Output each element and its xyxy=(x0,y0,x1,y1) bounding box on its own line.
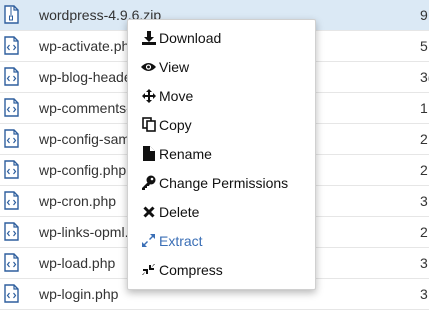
delete-x-icon xyxy=(141,204,156,219)
code-file-icon xyxy=(4,253,19,272)
file-size: 3( xyxy=(420,69,429,85)
file-size: 2 xyxy=(420,162,428,178)
menu-item-label: View xyxy=(159,59,190,75)
code-file-icon xyxy=(4,191,19,210)
file-name: wp-activate.php xyxy=(39,38,138,54)
file-size: 3 xyxy=(420,255,428,271)
code-file-icon xyxy=(4,129,19,148)
code-file-icon xyxy=(4,222,19,241)
code-file-icon xyxy=(4,284,19,303)
menu-item-extract[interactable]: Extract xyxy=(128,226,315,255)
menu-item-view[interactable]: View xyxy=(128,52,315,81)
menu-item-move[interactable]: Move xyxy=(128,81,315,110)
file-size: 2 xyxy=(420,131,428,147)
file-size: 5 xyxy=(420,38,428,54)
file-size: 2 xyxy=(420,224,428,240)
archive-file-icon xyxy=(4,5,19,24)
menu-item-label: Delete xyxy=(159,204,200,220)
menu-item-rename[interactable]: Rename xyxy=(128,139,315,168)
copy-icon xyxy=(141,117,156,132)
code-file-icon xyxy=(4,67,19,86)
menu-item-label: Download xyxy=(159,30,222,46)
file-name: wp-config.php xyxy=(39,162,127,178)
file-icon xyxy=(141,146,156,161)
menu-item-delete[interactable]: Delete xyxy=(128,197,315,226)
menu-item-label: Copy xyxy=(159,117,192,133)
menu-item-compress[interactable]: Compress xyxy=(128,255,315,284)
file-size: 3 xyxy=(420,286,428,302)
menu-item-label: Extract xyxy=(159,233,203,249)
expand-icon xyxy=(141,233,156,248)
menu-item-copy[interactable]: Copy xyxy=(128,110,315,139)
key-icon xyxy=(141,175,156,190)
menu-item-change-permissions[interactable]: Change Permissions xyxy=(128,168,315,197)
menu-item-label: Rename xyxy=(159,146,212,162)
compress-icon xyxy=(141,262,156,277)
move-arrows-icon xyxy=(141,88,156,103)
menu-item-label: Compress xyxy=(159,262,223,278)
file-size: 9 xyxy=(420,7,428,23)
file-size: 1 xyxy=(420,100,428,116)
code-file-icon xyxy=(4,36,19,55)
menu-item-label: Move xyxy=(159,88,194,104)
eye-icon xyxy=(141,59,156,74)
menu-item-label: Change Permissions xyxy=(159,175,289,191)
code-file-icon xyxy=(4,160,19,179)
context-menu: Download View Move Copy Rename Change Pe… xyxy=(127,19,316,290)
file-size: 3 xyxy=(420,193,428,209)
menu-item-download[interactable]: Download xyxy=(128,23,315,52)
download-icon xyxy=(141,30,156,45)
file-name: wp-login.php xyxy=(39,286,119,302)
code-file-icon xyxy=(4,98,19,117)
file-name: wp-cron.php xyxy=(39,193,117,209)
file-name: wp-load.php xyxy=(39,255,116,271)
